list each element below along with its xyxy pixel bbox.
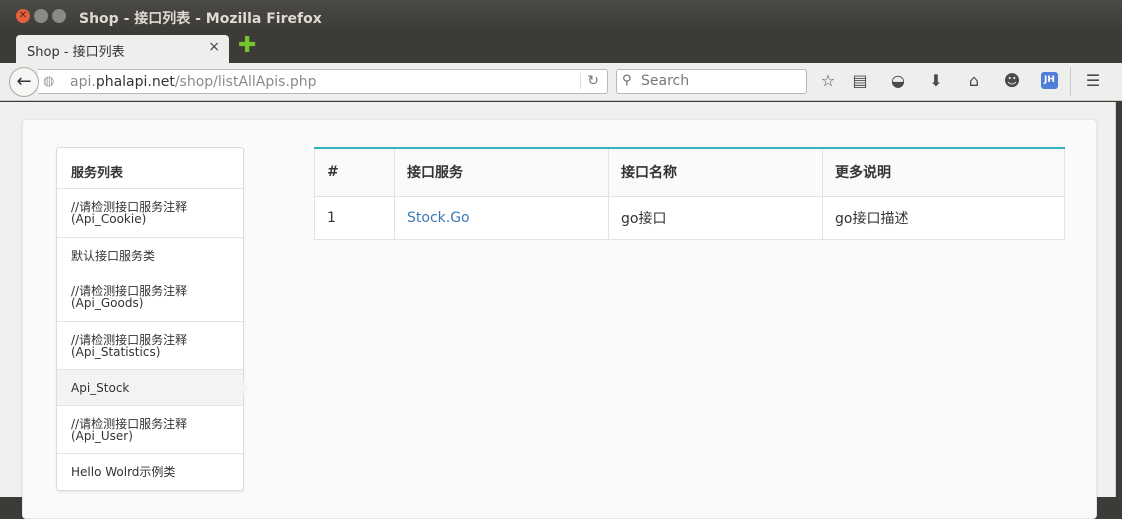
home-icon[interactable]: ⌂: [964, 71, 984, 91]
url-domain: phalapi.net: [95, 74, 175, 90]
service-item-sublabel: (Api_Statistics): [71, 345, 161, 359]
service-item-statistics[interactable]: //请检测接口服务注释 (Api_Statistics): [57, 322, 243, 370]
table-header-row: # 接口服务 接口名称 更多说明: [314, 147, 1065, 197]
window-maximize-button[interactable]: [52, 9, 66, 23]
column-header-description: 更多说明: [822, 147, 1065, 197]
bookmark-star-icon[interactable]: ☆: [818, 71, 838, 91]
api-table: # 接口服务 接口名称 更多说明 1 Stock.Go go接口 go接口描述: [314, 147, 1065, 240]
service-list-heading: 服务列表: [57, 148, 243, 189]
service-item-label: Api_Stock: [71, 381, 130, 395]
service-item-label: 默认接口服务类: [71, 249, 156, 263]
hamburger-menu-icon[interactable]: ☰: [1083, 71, 1103, 91]
url-bar[interactable]: ◍ api.phalapi.net/shop/listAllApis.php ↻: [38, 69, 608, 94]
window-title: Shop - 接口列表 - Mozilla Firefox: [79, 11, 322, 27]
tab-strip: Shop - 接口列表 × ✚: [0, 33, 1122, 63]
reading-list-icon[interactable]: ▤: [850, 71, 870, 91]
table-row: 1 Stock.Go go接口 go接口描述: [314, 195, 1065, 240]
navigation-toolbar: ◍ api.phalapi.net/shop/listAllApis.php ↻…: [0, 63, 1122, 101]
service-item-default[interactable]: 默认接口服务类 //请检测接口服务注释 (Api_Goods): [57, 238, 243, 322]
window-titlebar: ✕ Shop - 接口列表 - Mozilla Firefox: [0, 0, 1122, 33]
search-icon: ⚲: [622, 73, 632, 88]
window-minimize-button[interactable]: [34, 9, 48, 23]
globe-icon: ◍: [43, 74, 55, 89]
service-item-hello-world[interactable]: Hello Wolrd示例类: [57, 454, 243, 490]
service-list: 服务列表 //请检测接口服务注释 (Api_Cookie) 默认接口服务类 //…: [56, 147, 249, 491]
service-link[interactable]: Stock.Go: [407, 210, 470, 226]
jh-extension-icon[interactable]: JH: [1041, 72, 1058, 89]
back-arrow-icon: ←: [16, 71, 32, 92]
service-item-sublabel: (Api_Goods): [71, 296, 144, 310]
tab-title: Shop - 接口列表: [27, 45, 125, 60]
service-item-sublabel: (Api_Cookie): [71, 212, 147, 226]
search-input[interactable]: [641, 73, 801, 89]
window-close-button[interactable]: ✕: [16, 9, 30, 23]
chat-icon[interactable]: ☻: [1002, 71, 1022, 91]
pocket-icon[interactable]: ◒: [888, 71, 908, 91]
column-header-name: 接口名称: [608, 147, 823, 197]
service-item-stock[interactable]: Api_Stock: [57, 370, 249, 406]
url-path: /shop/listAllApis.php: [174, 74, 317, 90]
browser-tab[interactable]: Shop - 接口列表 ×: [16, 35, 229, 63]
cell-number: 1: [314, 195, 395, 240]
reload-icon[interactable]: ↻: [580, 73, 599, 89]
tab-close-icon[interactable]: ×: [208, 39, 220, 55]
column-header-service: 接口服务: [394, 147, 609, 197]
new-tab-icon[interactable]: ✚: [238, 35, 256, 57]
cell-service: Stock.Go: [394, 195, 609, 240]
search-bar[interactable]: ⚲: [616, 69, 807, 94]
service-item-label: Hello Wolrd示例类: [71, 465, 176, 479]
service-item-user[interactable]: //请检测接口服务注释 (Api_User): [57, 406, 243, 454]
url-prefix: api.: [70, 74, 96, 90]
downloads-icon[interactable]: ⬇: [926, 71, 946, 91]
cell-name: go接口: [608, 195, 823, 240]
cell-description: go接口描述: [822, 195, 1065, 240]
toolbar-separator: [1070, 67, 1071, 96]
url-text[interactable]: api.phalapi.net/shop/listAllApis.php: [70, 74, 317, 90]
column-header-number: #: [314, 147, 395, 197]
window-border: [1116, 102, 1122, 497]
back-button[interactable]: ←: [9, 67, 39, 97]
service-item-cookie[interactable]: //请检测接口服务注释 (Api_Cookie): [57, 189, 243, 238]
service-item-sublabel: (Api_User): [71, 429, 133, 443]
